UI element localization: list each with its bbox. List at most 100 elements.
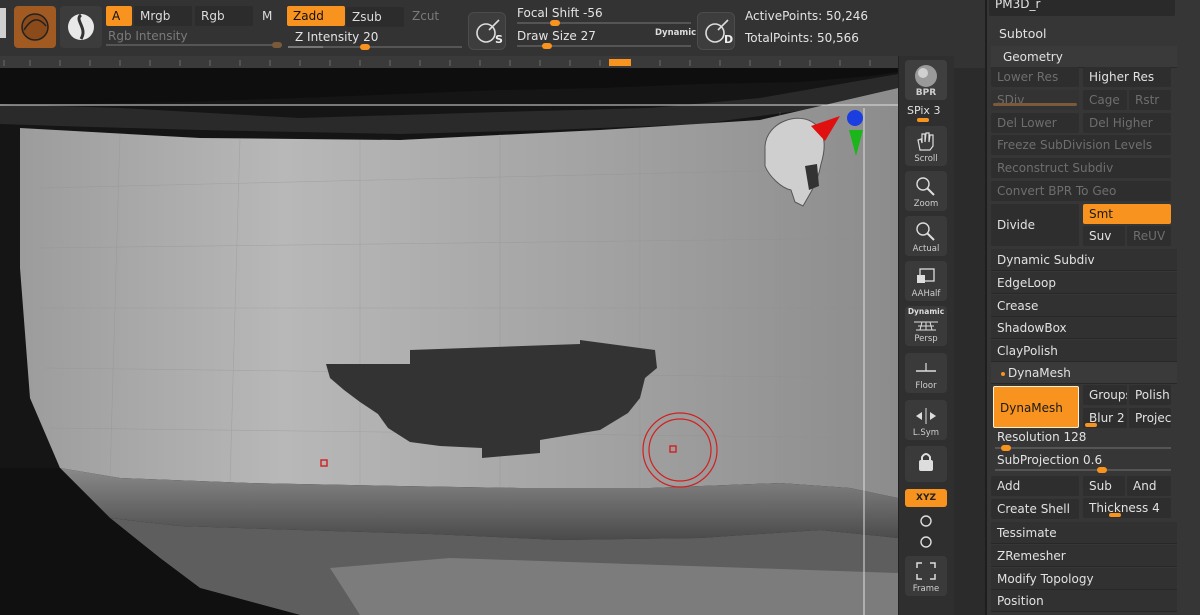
lock-button[interactable] bbox=[905, 446, 947, 482]
spix-knob[interactable] bbox=[917, 118, 929, 122]
spix-slider[interactable]: SPix 3 bbox=[907, 104, 940, 117]
shadowbox-header[interactable]: ShadowBox bbox=[991, 317, 1177, 339]
dynamic-toggle[interactable]: Dynamic bbox=[655, 28, 696, 38]
groups-toggle[interactable]: Groups bbox=[1083, 385, 1127, 405]
rgb-button[interactable]: Rgb bbox=[195, 6, 253, 26]
rgb-intensity-slider[interactable] bbox=[106, 44, 282, 46]
thickness-knob[interactable] bbox=[1109, 513, 1121, 517]
focal-shift-toggle-button[interactable]: S bbox=[468, 12, 506, 50]
z-intensity-value: 20 bbox=[363, 30, 378, 44]
rgb-intensity-knob[interactable] bbox=[272, 42, 282, 48]
subtool-header[interactable]: Subtool bbox=[999, 26, 1046, 41]
cage-button[interactable]: Cage bbox=[1083, 90, 1127, 110]
zadd-button[interactable]: Zadd bbox=[287, 6, 345, 26]
convert-bpr-button[interactable]: Convert BPR To Geo bbox=[991, 181, 1171, 201]
mrgb-button[interactable]: Mrgb bbox=[134, 6, 192, 26]
ruler-ticks bbox=[0, 56, 898, 68]
sdiv-slider[interactable]: SDiv bbox=[991, 90, 1079, 110]
persp-button[interactable]: Dynamic Persp bbox=[905, 306, 947, 346]
xyz-rotate-button[interactable]: XYZ bbox=[905, 489, 947, 507]
floor-button[interactable]: Floor bbox=[905, 353, 947, 393]
persp-dynamic-label: Dynamic bbox=[905, 307, 947, 316]
focal-shift-knob[interactable] bbox=[550, 20, 560, 26]
del-lower-button[interactable]: Del Lower bbox=[991, 113, 1079, 133]
create-shell-button[interactable]: Create Shell bbox=[991, 499, 1079, 519]
subprojection-slider[interactable]: SubProjection 0.6 bbox=[997, 453, 1102, 467]
stroke-button[interactable] bbox=[60, 6, 102, 48]
partial-left-icon[interactable] bbox=[0, 8, 6, 38]
viewport-canvas[interactable] bbox=[0, 68, 898, 615]
lower-res-button[interactable]: Lower Res bbox=[991, 67, 1079, 87]
freeze-subdivision-button[interactable]: Freeze SubDivision Levels bbox=[991, 135, 1171, 155]
polish-toggle[interactable]: Polish bbox=[1129, 385, 1171, 405]
draw-size-value: 27 bbox=[581, 29, 596, 43]
draw-size-label: Draw Size 27 bbox=[517, 29, 596, 43]
focal-shift-slider[interactable] bbox=[517, 22, 691, 24]
del-higher-button[interactable]: Del Higher bbox=[1083, 113, 1171, 133]
actual-button[interactable]: Actual bbox=[905, 216, 947, 256]
scroll-button[interactable]: Scroll bbox=[905, 126, 947, 166]
dynamesh-button[interactable]: DynaMesh bbox=[993, 386, 1079, 428]
total-points-readout: TotalPoints: 50,566 bbox=[745, 31, 859, 45]
tessimate-header[interactable]: Tessimate bbox=[991, 522, 1177, 544]
dynamesh-header[interactable]: DynaMesh bbox=[991, 362, 1177, 384]
z-intensity-label: Z Intensity 20 bbox=[295, 30, 378, 44]
navigation-gizmo-skull-icon[interactable] bbox=[755, 106, 865, 216]
z-intensity-slider[interactable] bbox=[288, 46, 462, 48]
thickness-slider[interactable]: Thickness 4 bbox=[1083, 498, 1171, 518]
tool-palette: PM3D_r Subtool Geometry Lower Res Higher… bbox=[985, 0, 1200, 615]
smt-toggle[interactable]: Smt bbox=[1083, 204, 1171, 224]
dynamic-subdiv-header[interactable]: Dynamic Subdiv bbox=[991, 249, 1177, 271]
resolution-slider[interactable]: Resolution 128 bbox=[997, 430, 1086, 444]
frame-label: Frame bbox=[905, 584, 947, 594]
zoom-button[interactable]: Zoom bbox=[905, 171, 947, 211]
divide-button[interactable]: Divide bbox=[991, 204, 1079, 246]
position-header[interactable]: Position bbox=[991, 590, 1177, 612]
and-button[interactable]: And bbox=[1127, 476, 1171, 496]
bpr-button[interactable]: BPR bbox=[905, 60, 947, 100]
aahalf-icon bbox=[914, 265, 938, 287]
claypolish-header[interactable]: ClayPolish bbox=[991, 340, 1177, 362]
draw-size-toggle-button[interactable]: D bbox=[697, 12, 735, 50]
add-button[interactable]: Add bbox=[991, 476, 1079, 496]
draw-size-slider[interactable] bbox=[517, 45, 691, 47]
a-mode-button[interactable]: A bbox=[106, 6, 132, 26]
blur-knob[interactable] bbox=[1085, 423, 1097, 427]
total-points-value: 50,566 bbox=[817, 31, 859, 45]
top-subtool-item[interactable]: PM3D_r bbox=[989, 0, 1175, 16]
rotate-y-icon[interactable] bbox=[917, 512, 935, 530]
modify-topology-header[interactable]: Modify Topology bbox=[991, 568, 1177, 590]
edgeloop-header[interactable]: EdgeLoop bbox=[991, 272, 1177, 294]
subprojection-knob[interactable] bbox=[1097, 467, 1107, 473]
sub-button[interactable]: Sub bbox=[1083, 476, 1125, 496]
draw-size-name: Draw Size bbox=[517, 29, 577, 43]
resolution-track[interactable] bbox=[995, 447, 1171, 449]
sdiv-track bbox=[993, 103, 1077, 106]
focal-shift-value: -56 bbox=[583, 6, 603, 20]
crease-header[interactable]: Crease bbox=[991, 295, 1177, 317]
z-intensity-knob[interactable] bbox=[360, 44, 370, 50]
zremesher-header[interactable]: ZRemesher bbox=[991, 545, 1177, 567]
aahalf-button[interactable]: AAHalf bbox=[905, 261, 947, 301]
zsub-button[interactable]: Zsub bbox=[346, 7, 404, 27]
frame-button[interactable]: Frame bbox=[905, 556, 947, 596]
subprojection-track[interactable] bbox=[995, 469, 1171, 471]
higher-res-button[interactable]: Higher Res bbox=[1083, 67, 1171, 87]
rstr-button[interactable]: Rstr bbox=[1129, 90, 1171, 110]
m-button[interactable]: M bbox=[256, 6, 282, 26]
project-toggle[interactable]: Project bbox=[1129, 408, 1171, 428]
suv-toggle[interactable]: Suv bbox=[1083, 226, 1125, 246]
resolution-knob[interactable] bbox=[1001, 445, 1011, 451]
reuv-button[interactable]: ReUV bbox=[1127, 226, 1171, 246]
material-button[interactable] bbox=[14, 6, 56, 48]
zcut-button[interactable]: Zcut bbox=[406, 6, 462, 26]
geometry-header[interactable]: Geometry bbox=[991, 46, 1177, 68]
lsym-button[interactable]: L.Sym bbox=[905, 400, 947, 440]
actual-size-icon bbox=[914, 220, 938, 242]
ruler-marker[interactable] bbox=[609, 59, 631, 66]
persp-label: Persp bbox=[905, 334, 947, 344]
draw-size-knob[interactable] bbox=[542, 43, 552, 49]
reconstruct-subdiv-button[interactable]: Reconstruct Subdiv bbox=[991, 158, 1171, 178]
rotate-z-icon[interactable] bbox=[917, 533, 935, 551]
zoom-label: Zoom bbox=[905, 199, 947, 209]
